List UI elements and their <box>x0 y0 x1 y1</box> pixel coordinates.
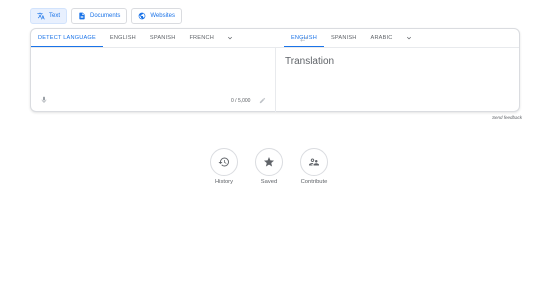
mode-tab-text[interactable]: Text <box>30 8 68 24</box>
source-lang-french[interactable]: FRENCH <box>182 29 221 47</box>
target-lang-more-button[interactable] <box>400 29 418 47</box>
mode-tab-text-label: Text <box>49 13 61 19</box>
translate-icon <box>37 12 45 20</box>
contribute-label: Contribute <box>300 179 328 185</box>
target-lang-spanish[interactable]: SPANISH <box>324 29 364 47</box>
pencil-icon[interactable] <box>259 97 266 104</box>
saved-button[interactable]: Saved <box>253 148 285 185</box>
globe-icon <box>139 12 146 20</box>
mode-tab-websites-label: Websites <box>150 13 175 19</box>
target-lang-english[interactable]: ENGLISH <box>284 29 324 47</box>
action-buttons: History Saved Contribute <box>208 148 330 185</box>
mode-tabs: Text Documents Websites <box>30 8 182 24</box>
translator-card: DETECT LANGUAGE ENGLISH SPANISH FRENCH E… <box>30 28 520 112</box>
history-button[interactable]: History <box>208 148 240 185</box>
people-icon <box>309 158 319 166</box>
saved-label: Saved <box>260 179 278 185</box>
chevron-down-icon <box>227 36 232 40</box>
source-lang-detect[interactable]: DETECT LANGUAGE <box>31 29 103 47</box>
translation-output: Translation <box>285 56 335 67</box>
contribute-button[interactable]: Contribute <box>298 148 330 185</box>
history-circle <box>210 148 238 176</box>
chevron-down-icon <box>406 36 411 40</box>
source-lang-more-button[interactable] <box>221 29 239 47</box>
source-lang-spanish[interactable]: SPANISH <box>143 29 183 47</box>
mode-tab-documents[interactable]: Documents <box>71 8 128 24</box>
target-language-bar: ENGLISH SPANISH ARABIC <box>284 29 520 47</box>
saved-circle <box>255 148 283 176</box>
star-icon <box>264 157 274 167</box>
character-counter: 0 / 5,000 <box>231 98 251 104</box>
microphone-icon[interactable] <box>40 96 48 104</box>
contribute-circle <box>300 148 328 176</box>
history-icon <box>218 157 229 167</box>
mode-tab-websites[interactable]: Websites <box>131 8 182 24</box>
document-icon <box>79 12 85 20</box>
divider <box>275 47 276 112</box>
target-lang-arabic[interactable]: ARABIC <box>364 29 400 47</box>
source-lang-english[interactable]: ENGLISH <box>103 29 143 47</box>
source-text-input[interactable] <box>35 51 271 91</box>
history-label: History <box>214 179 234 185</box>
source-language-bar: DETECT LANGUAGE ENGLISH SPANISH FRENCH <box>31 29 261 47</box>
mode-tab-documents-label: Documents <box>90 13 121 19</box>
send-feedback-link[interactable]: Send feedback <box>492 115 522 120</box>
